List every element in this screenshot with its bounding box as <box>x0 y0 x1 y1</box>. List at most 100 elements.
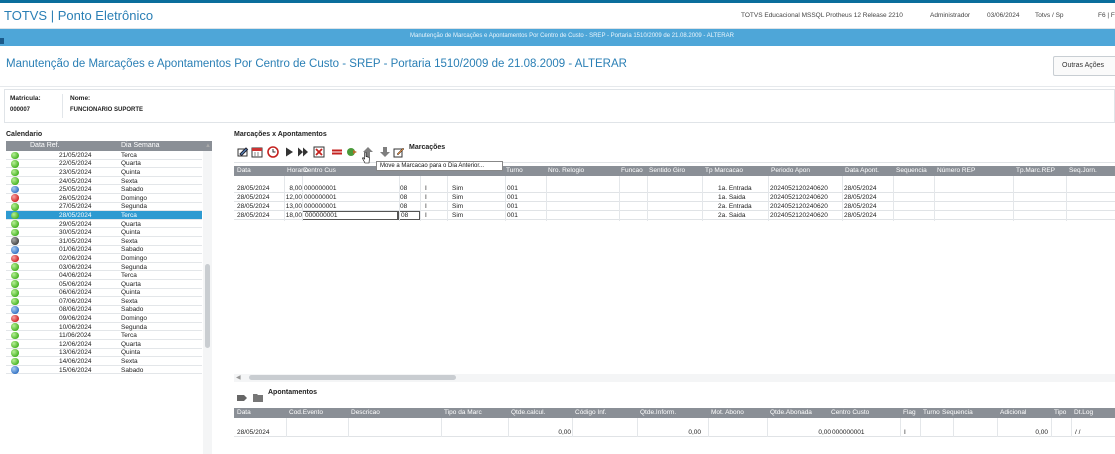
cell-flag: I <box>904 429 906 436</box>
column-header[interactable]: Número REP <box>937 167 975 174</box>
calendar-date: 01/06/2024 <box>59 246 92 254</box>
cell-data: 28/05/2024 <box>237 212 270 219</box>
calendar-row[interactable]: 15/06/2024 Sabado <box>6 366 202 375</box>
divider <box>0 86 1115 87</box>
mouse-cursor-icon <box>362 152 370 164</box>
column-header[interactable]: Tp Marcacao <box>705 167 743 174</box>
column-header[interactable]: Centro Cus <box>303 167 336 174</box>
table-row[interactable]: 28/05/2024 13,00 000000001 08 I Sim 001 … <box>234 202 1115 211</box>
calendar-date: 02/06/2024 <box>59 254 92 262</box>
calendar-row[interactable]: 04/06/2024 Terca <box>6 271 202 280</box>
calendar-row[interactable]: 24/05/2024 Sexta <box>6 177 202 186</box>
column-header[interactable]: Data Ref. <box>30 142 60 149</box>
table-row[interactable]: 28/05/2024 12,00 000000001 08 I Sim 001 … <box>234 193 1115 202</box>
calendar-row[interactable]: 14/06/2024 Sexta <box>6 357 202 366</box>
column-header[interactable]: Turno <box>506 167 523 174</box>
employee-panel <box>4 89 1115 123</box>
column-header[interactable]: Funcao <box>621 167 643 174</box>
column-header[interactable]: Qtde.Inform. <box>640 409 676 416</box>
column-header[interactable]: Data <box>237 167 251 174</box>
column-header[interactable]: Tipo da Marc <box>444 409 482 416</box>
calendar-row[interactable]: 27/05/2024 Segunda <box>6 203 202 212</box>
calendar-row[interactable]: 09/06/2024 Domingo <box>6 314 202 323</box>
folder-icon[interactable] <box>252 391 264 403</box>
scroll-left-icon[interactable]: ◀ <box>236 374 241 381</box>
calendar-row[interactable]: 07/06/2024 Sexta <box>6 297 202 306</box>
calendar-row[interactable]: 21/05/2024 Terca <box>6 151 202 160</box>
scroll-up-icon[interactable]: ▲ <box>205 143 211 149</box>
column-header[interactable]: Data Apont. <box>845 167 879 174</box>
calendar-row[interactable]: 01/06/2024 Sabado <box>6 246 202 255</box>
calendar-row[interactable]: 23/05/2024 Quinta <box>6 168 202 177</box>
clock-icon[interactable] <box>267 146 279 158</box>
calendar-row[interactable]: 26/05/2024 Domingo <box>6 194 202 203</box>
apontamentos-section-label: Apontamentos <box>268 389 317 396</box>
column-header[interactable]: Cod.Evento <box>289 409 323 416</box>
column-header[interactable]: Seq.Jorn. <box>1069 167 1097 174</box>
green-status-icon <box>11 340 19 349</box>
marcacoes-scroll-thumb[interactable] <box>249 375 456 380</box>
delete-record-icon[interactable] <box>313 146 325 158</box>
calendar-weekday: Quinta <box>121 168 141 176</box>
column-header[interactable]: Descricao <box>351 409 380 416</box>
column-header[interactable]: Dt.Log <box>1074 409 1093 416</box>
arrow-down-icon[interactable] <box>379 146 391 158</box>
column-header[interactable]: Tipo <box>1054 409 1066 416</box>
calendar-row[interactable]: 02/06/2024 Domingo <box>6 254 202 263</box>
column-header[interactable]: Flag <box>903 409 916 416</box>
column-header[interactable]: Qtde.calcul. <box>511 409 545 416</box>
calendar-row[interactable]: 30/05/2024 Quinta <box>6 228 202 237</box>
column-header[interactable]: Tp.Marc.REP <box>1016 167 1055 174</box>
calendar-row[interactable]: 06/06/2024 Quinta <box>6 289 202 298</box>
calendar-row[interactable]: 10/06/2024 Segunda <box>6 323 202 332</box>
calendar-row[interactable]: 03/06/2024 Segunda <box>6 263 202 272</box>
move-icon[interactable] <box>346 146 358 158</box>
column-header[interactable]: Data <box>237 409 251 416</box>
calendar-scroll-thumb[interactable] <box>205 264 210 348</box>
calendar-row[interactable]: 31/05/2024 Sexta <box>6 237 202 246</box>
column-header[interactable]: Periodo Apon <box>771 167 810 174</box>
code-edit-field[interactable]: 08 <box>398 211 420 220</box>
calendar-row[interactable]: 13/06/2024 Quinta <box>6 349 202 358</box>
branch-label[interactable]: Totvs / Sp <box>1035 12 1064 19</box>
calendar-weekday: Terca <box>121 272 137 280</box>
user-label[interactable]: Administrador <box>930 12 970 19</box>
column-header[interactable]: Nro. Relogio <box>548 167 584 174</box>
table-row[interactable]: 28/05/2024 0,00 0,00 0,00 000000001 I 0,… <box>234 428 1115 437</box>
calendar-row[interactable]: 12/06/2024 Quarta <box>6 340 202 349</box>
calendar-weekday: Segunda <box>121 323 148 331</box>
grid-line <box>348 418 349 437</box>
cell-data-apont: 28/05/2024 <box>844 194 877 201</box>
column-header[interactable]: Centro Custo <box>831 409 869 416</box>
column-header[interactable]: Sequencia <box>896 167 927 174</box>
column-header[interactable]: Código Inf. <box>575 409 606 416</box>
column-header[interactable]: Sentido Giro <box>649 167 685 174</box>
table-row[interactable]: 28/05/2024 18,00 000000001 08 I Sim 001 … <box>234 211 1115 220</box>
calendar-weekday: Domingo <box>121 254 148 262</box>
other-actions-button[interactable]: Outras Ações <box>1053 56 1115 76</box>
column-header[interactable]: Mot. Abono <box>711 409 744 416</box>
column-header[interactable]: Turno <box>923 409 940 416</box>
calendar-row[interactable]: 29/05/2024 Quarta <box>6 220 202 229</box>
cancel-icon[interactable] <box>331 146 343 158</box>
calendar-icon[interactable] <box>251 146 263 158</box>
column-header[interactable]: Adicional <box>1000 409 1026 416</box>
calendar-date: 22/05/2024 <box>59 160 92 168</box>
calendar-row[interactable]: 25/05/2024 Sabado <box>6 185 202 194</box>
column-header[interactable]: Sequencia <box>942 409 973 416</box>
calendar-row[interactable]: 11/06/2024 Terca <box>6 331 202 341</box>
fast-forward-icon[interactable] <box>297 146 309 158</box>
calendar-row[interactable]: 05/06/2024 Quarta <box>6 280 202 289</box>
move-left-icon[interactable] <box>236 393 248 403</box>
column-header[interactable]: Dia Semana <box>121 142 160 149</box>
edit-note-icon[interactable] <box>393 146 405 158</box>
calendar-row[interactable]: 28/05/2024 Terca <box>6 211 202 220</box>
play-icon[interactable] <box>283 146 295 158</box>
calendar-row[interactable]: 22/05/2024 Quarta <box>6 160 202 169</box>
table-row[interactable]: 28/05/2024 8,00 000000001 08 I Sim 001 1… <box>234 184 1115 193</box>
column-header[interactable]: Qtde.Abonada <box>770 409 812 416</box>
grid-line <box>702 176 703 221</box>
centro-custo-edit-field[interactable]: 000000001 <box>302 211 398 220</box>
calendar-row[interactable]: 08/06/2024 Sabado <box>6 306 202 315</box>
edit-icon[interactable] <box>237 146 249 158</box>
